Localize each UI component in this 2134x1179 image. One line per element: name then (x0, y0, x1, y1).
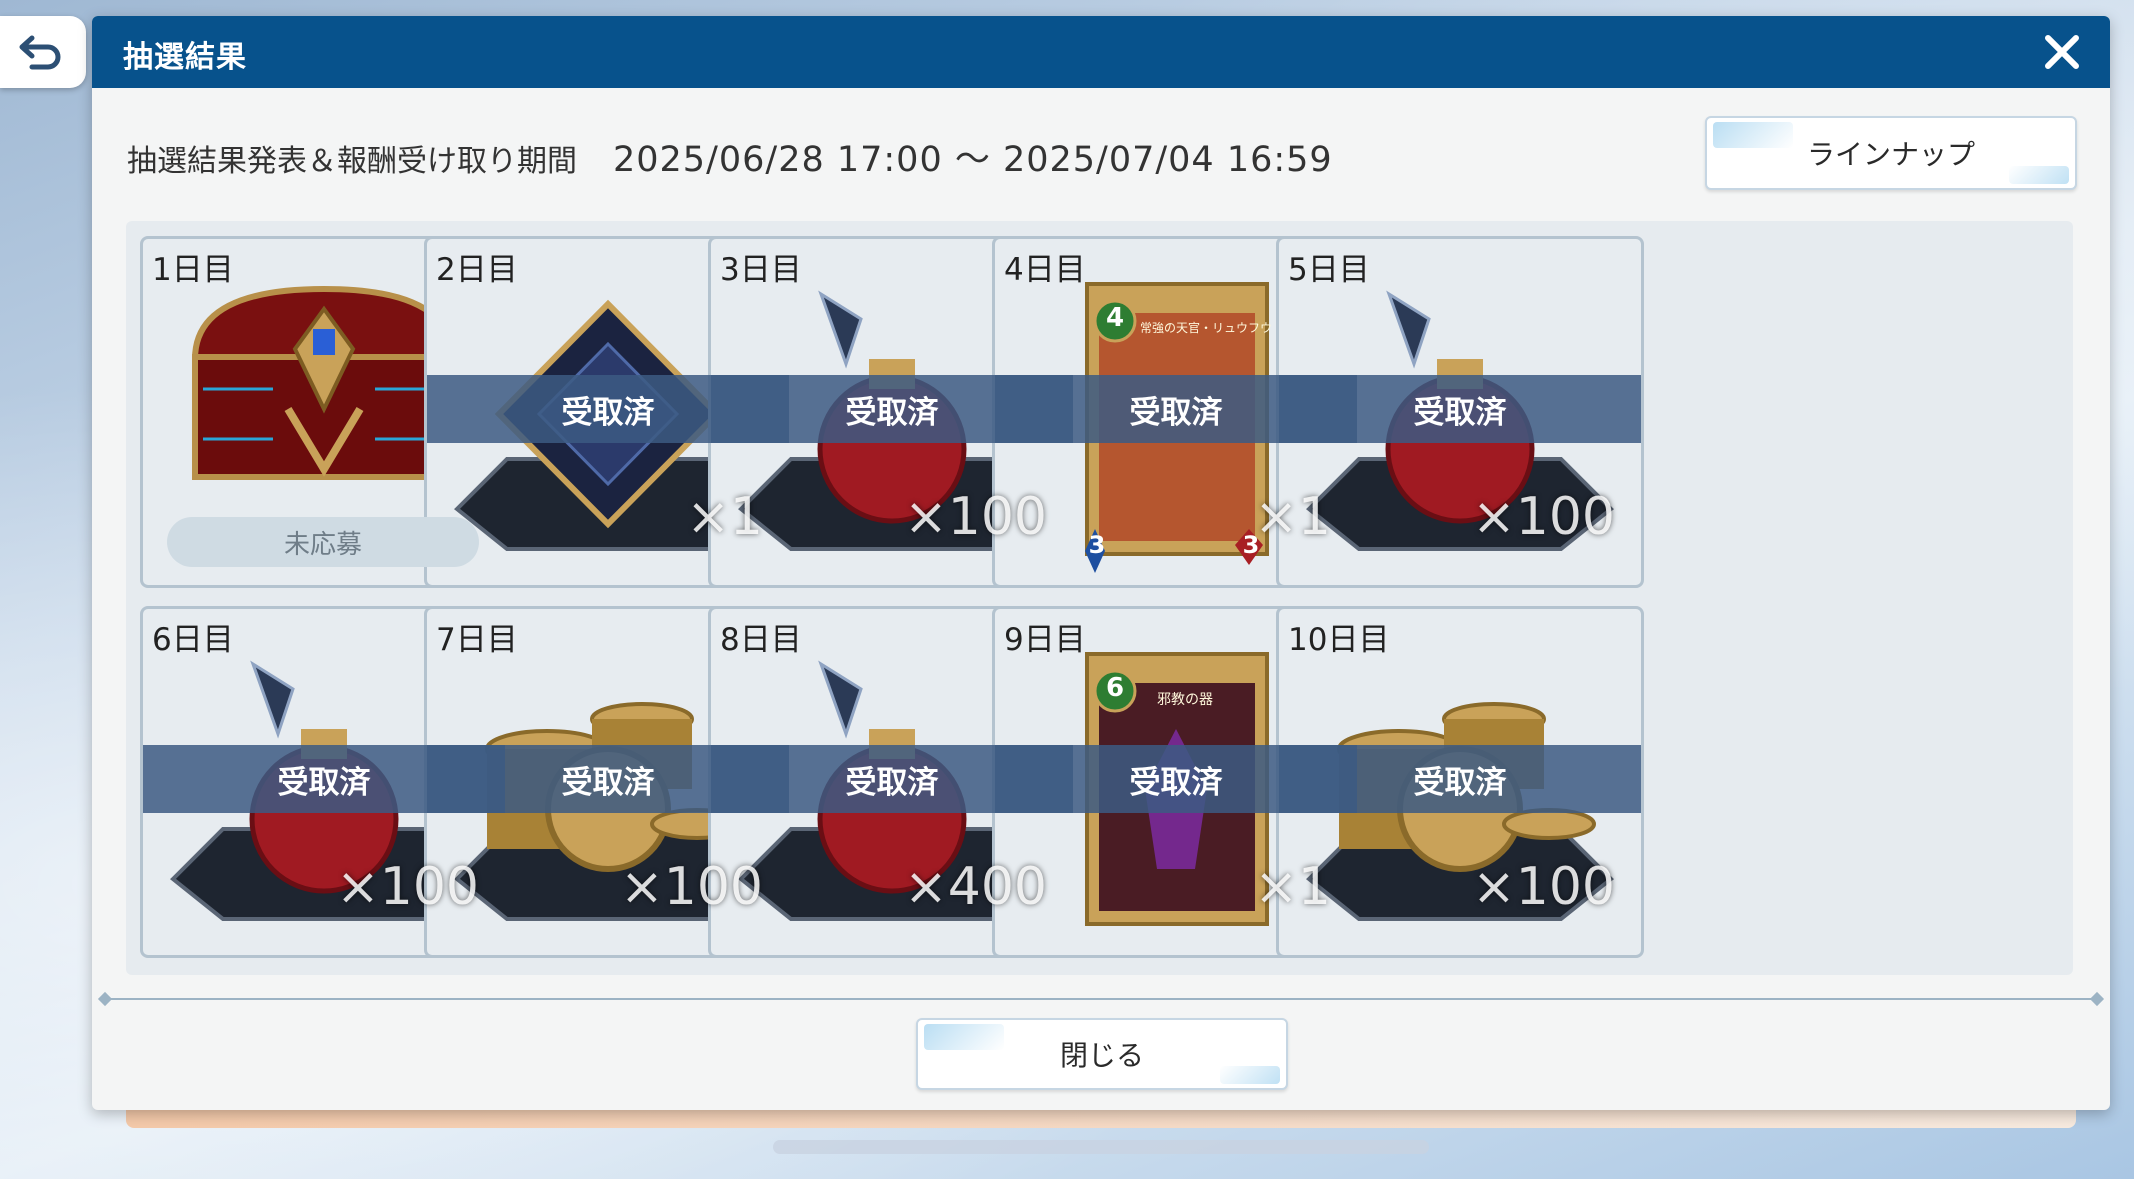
day-label: 3日目 (720, 252, 802, 288)
period-label: 抽選結果発表＆報酬受け取り期間 (127, 144, 577, 179)
day-label: 4日目 (1004, 252, 1086, 288)
received-badge: 受取済 (1279, 745, 1641, 813)
button-sparkle-decoration (1220, 1066, 1280, 1084)
card-name: 邪教の器 (1157, 692, 1213, 708)
button-sparkle-decoration (924, 1024, 1004, 1050)
lineup-button-label: ラインナップ (1806, 138, 1975, 171)
close-icon[interactable] (2040, 30, 2084, 74)
reward-quantity: ×100 (620, 857, 763, 917)
day-label: 5日目 (1288, 252, 1370, 288)
day-label: 10日目 (1288, 622, 1390, 658)
daily-rewards-grid: 1日目 未応募 2日目 受取済 ×1 3日目 受取済 ×100 4日目 4 常強… (126, 221, 2073, 975)
day-card-5[interactable]: 5日目 受取済 ×100 (1276, 236, 1644, 588)
lottery-result-dialog: 抽選結果 抽選結果発表＆報酬受け取り期間 2025/06/28 17:00 ～ 2… (92, 16, 2110, 1110)
close-button-label: 閉じる (1059, 1039, 1144, 1072)
period-info: 抽選結果発表＆報酬受け取り期間 2025/06/28 17:00 ～ 2025/0… (127, 131, 1333, 182)
day-label: 2日目 (436, 252, 518, 288)
card-cost: 4 (1105, 303, 1125, 333)
day-label: 6日目 (152, 622, 234, 658)
reward-quantity: ×1 (686, 487, 763, 547)
reward-quantity: ×1 (1254, 487, 1331, 547)
received-badge: 受取済 (1279, 375, 1641, 443)
reward-quantity: ×1 (1254, 857, 1331, 917)
reward-quantity: ×100 (1472, 487, 1615, 547)
back-arrow-icon (19, 35, 61, 70)
day-label: 9日目 (1004, 622, 1086, 658)
period-range: 2025/06/28 17:00 ～ 2025/07/04 16:59 (613, 140, 1333, 180)
reward-quantity: ×100 (336, 857, 479, 917)
dialog-header: 抽選結果 (92, 16, 2110, 88)
not-applied-badge: 未応募 (167, 517, 479, 567)
dialog-title: 抽選結果 (123, 40, 247, 75)
day-label: 7日目 (436, 622, 518, 658)
day-label: 1日目 (152, 252, 234, 288)
footer-divider (104, 998, 2098, 1000)
day-card-10[interactable]: 10日目 受取済 ×100 (1276, 606, 1644, 958)
reward-quantity: ×100 (1472, 857, 1615, 917)
close-button[interactable]: 閉じる (916, 1018, 1288, 1090)
button-sparkle-decoration (2009, 166, 2069, 184)
home-indicator[interactable] (773, 1140, 1429, 1154)
reward-quantity: ×100 (904, 487, 1047, 547)
lineup-button[interactable]: ラインナップ (1705, 116, 2077, 190)
day-label: 8日目 (720, 622, 802, 658)
back-button[interactable] (0, 16, 86, 88)
card-attack: 3 (1088, 531, 1106, 559)
reward-quantity: ×400 (904, 857, 1047, 917)
card-name: 常強の天官・リュウフウ (1140, 321, 1273, 335)
card-cost: 6 (1105, 673, 1125, 703)
background-strip (126, 1108, 2076, 1128)
card-defense: 3 (1242, 531, 1260, 559)
button-sparkle-decoration (1713, 122, 1793, 148)
